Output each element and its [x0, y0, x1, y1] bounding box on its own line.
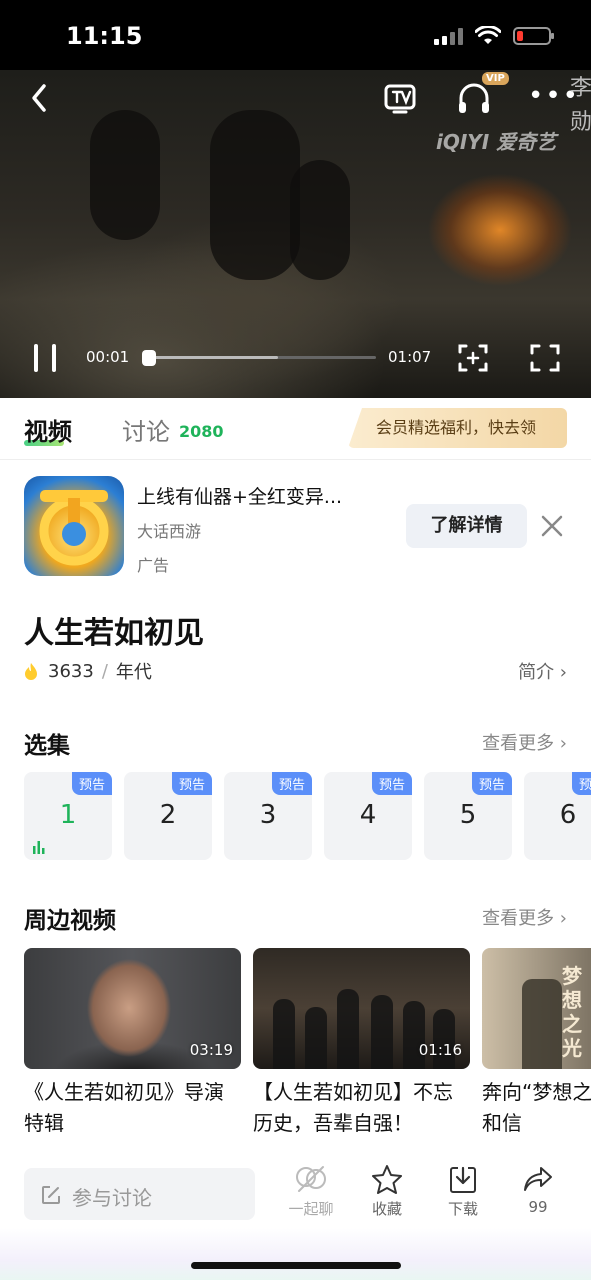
share-button[interactable]: 99	[510, 1164, 566, 1216]
heat-flame-icon	[25, 663, 37, 680]
episode-item[interactable]: 预告 1	[24, 772, 112, 860]
intro-link[interactable]: 简介 ›	[518, 658, 567, 684]
current-time: 00:01	[86, 348, 130, 366]
status-time: 11:15	[66, 22, 143, 50]
screenshot-button[interactable]	[456, 342, 490, 374]
episodes-title: 选集	[24, 733, 70, 759]
learn-more-button[interactable]: 了解详情	[406, 504, 527, 548]
related-video-list: 03:19 《人生若如初见》导演特辑 01:16 【人生若如初见】不忘历史，吾辈…	[24, 948, 591, 1148]
vip-badge: VIP	[482, 72, 509, 85]
trailer-badge: 预告	[371, 772, 412, 795]
tab-discuss[interactable]: 讨论	[122, 412, 170, 447]
favorite-button[interactable]: 收藏	[359, 1164, 415, 1219]
episodes-more-link[interactable]: 查看更多 ›	[482, 729, 567, 755]
ad-title: 上线有仙器+全红变异...	[137, 486, 343, 508]
ad-brand: 大话西游	[137, 522, 202, 541]
fullscreen-button[interactable]	[528, 342, 562, 374]
episode-number: 4	[359, 800, 377, 830]
video-player[interactable]: 11:15 VIP ••• 李勋 iQIYI 爱奇艺 00:01 01:07	[0, 0, 591, 398]
wifi-icon	[475, 26, 501, 44]
trailer-badge: 预告	[571, 772, 591, 795]
chat-together-icon	[296, 1166, 326, 1192]
video-title[interactable]: 奔向“梦想之光”为初心和信	[482, 1077, 591, 1139]
game-app-icon	[24, 476, 124, 576]
action-label: 下载	[447, 1200, 478, 1218]
episode-item[interactable]: 预告 3	[224, 772, 312, 860]
episode-number: 6	[559, 800, 577, 830]
episode-item[interactable]: 预告 6	[524, 772, 591, 860]
content-tabs: 视频 讨论 2080 会员精选福利，快去领	[0, 398, 591, 460]
video-thumbnail[interactable]: 01:16	[253, 948, 470, 1069]
video-title[interactable]: 【人生若如初见】不忘历史，吾辈自强！	[253, 1077, 470, 1139]
related-title: 周边视频	[24, 908, 116, 934]
show-category: 年代	[115, 662, 152, 683]
ad-label: 广告	[137, 556, 170, 575]
video-duration: 01:16	[418, 1041, 462, 1059]
meta-separator: /	[101, 660, 108, 682]
edge-text: 李勋	[570, 76, 591, 135]
trailer-badge: 预告	[471, 772, 512, 795]
more-options-button[interactable]: •••	[528, 83, 578, 114]
close-icon[interactable]	[538, 512, 566, 540]
progress-knob[interactable]	[142, 350, 157, 366]
cellular-signal-icon	[434, 27, 463, 45]
discuss-input[interactable]: 参与讨论	[24, 1168, 255, 1220]
action-label: 一起聊	[288, 1200, 334, 1218]
edit-icon	[42, 1186, 60, 1204]
video-card[interactable]: 03:19 《人生若如初见》导演特辑	[24, 948, 241, 1139]
ad-banner[interactable]: 上线有仙器+全红变异... 大话西游 广告 了解详情	[0, 470, 591, 585]
video-title[interactable]: 《人生若如初见》导演特辑	[24, 1077, 241, 1139]
battery-icon	[513, 27, 554, 45]
home-indicator	[191, 1262, 401, 1269]
episode-item[interactable]: 预告 2	[124, 772, 212, 860]
total-time: 01:07	[388, 348, 432, 366]
now-playing-icon	[33, 841, 45, 854]
pause-button[interactable]	[32, 344, 60, 372]
episode-number: 1	[59, 800, 77, 830]
episode-list: 预告 1 预告 2 预告 3 预告 4 预告 5 预告 6	[24, 772, 591, 860]
tv-cast-button[interactable]	[382, 78, 418, 118]
member-promo-button[interactable]: 会员精选福利，快去领	[348, 408, 567, 448]
video-thumbnail[interactable]: 03:19	[24, 948, 241, 1069]
video-duration: 03:19	[189, 1041, 233, 1059]
chat-together-button[interactable]: 一起聊	[283, 1164, 339, 1219]
related-more-link[interactable]: 查看更多 ›	[482, 904, 567, 930]
buffered-bar	[142, 356, 278, 359]
trailer-badge: 预告	[171, 772, 212, 795]
trailer-badge: 预告	[271, 772, 312, 795]
progress-bar[interactable]	[142, 350, 376, 366]
status-icons	[434, 26, 554, 46]
video-card[interactable]: 01:16 【人生若如初见】不忘历史，吾辈自强！	[253, 948, 470, 1139]
show-meta: 3633 / 年代	[24, 658, 152, 684]
thumbnail-caption: 梦想之光	[562, 964, 582, 1060]
back-button[interactable]	[22, 78, 58, 118]
trailer-badge: 预告	[71, 772, 112, 795]
download-icon	[450, 1166, 476, 1193]
episode-number: 2	[159, 800, 177, 830]
show-title: 人生若如初见	[24, 616, 204, 651]
share-count: 99	[528, 1198, 548, 1216]
video-thumbnail[interactable]: 梦想之光	[482, 948, 591, 1069]
video-card[interactable]: 梦想之光 奔向“梦想之光”为初心和信	[482, 948, 591, 1139]
discuss-placeholder: 参与讨论	[72, 1186, 152, 1210]
episode-item[interactable]: 预告 5	[424, 772, 512, 860]
action-label: 收藏	[371, 1200, 402, 1218]
player-controls: 00:01 01:07	[0, 340, 591, 380]
iqiyi-watermark: iQIYI 爱奇艺	[436, 130, 557, 154]
discuss-count: 2080	[179, 422, 224, 441]
tab-video[interactable]: 视频	[24, 412, 72, 447]
share-icon	[524, 1167, 552, 1191]
star-icon	[372, 1165, 402, 1194]
episode-item[interactable]: 预告 4	[324, 772, 412, 860]
episode-number: 3	[259, 800, 277, 830]
heat-value: 3633	[48, 660, 94, 682]
download-button[interactable]: 下载	[435, 1164, 491, 1219]
episode-number: 5	[459, 800, 477, 830]
bottom-action-bar: 参与讨论 一起聊 收藏 下载 99	[0, 1150, 591, 1280]
